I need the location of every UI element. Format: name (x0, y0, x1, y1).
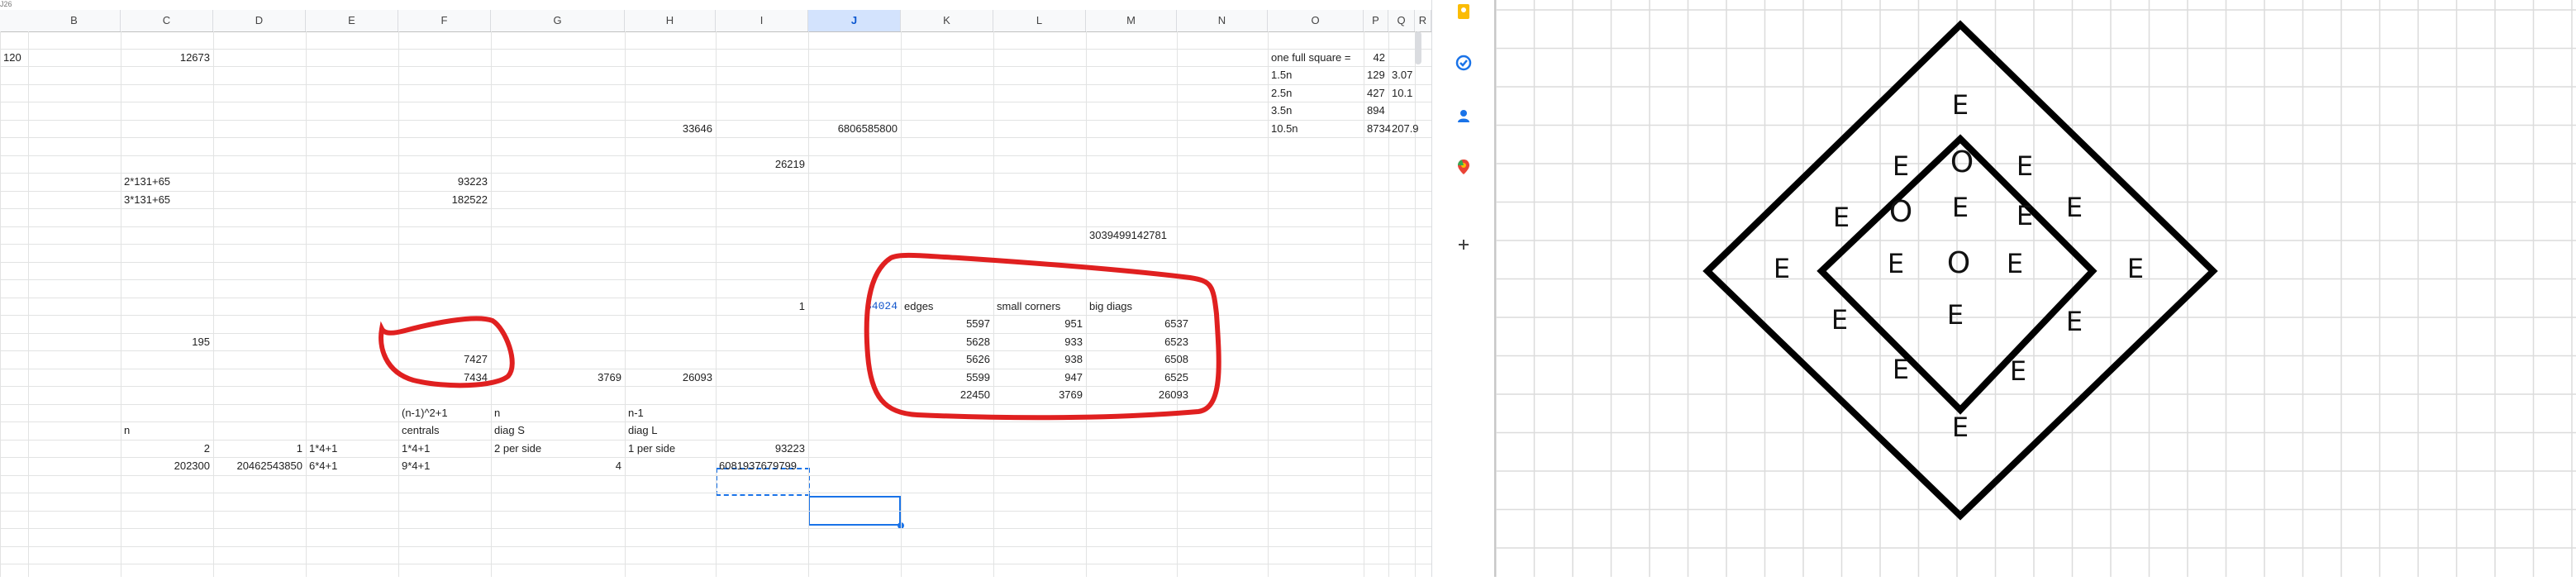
drawn-letter-e: E (1893, 150, 1909, 182)
drawn-letter-e: E (2007, 248, 2023, 279)
drawn-letter-o: O (1950, 145, 1974, 179)
drawing-svg: EE O EE O E EE E O E EE E EE EEE (1495, 0, 2576, 577)
spreadsheet[interactable]: J26 BCDEFGHIJKLMNOPQR 120 12673 one full s… (0, 0, 1431, 577)
drawn-letter-e: E (2017, 150, 2033, 182)
drawn-letter-e: E (1774, 253, 1790, 284)
drawn-letter-o: O (1947, 246, 1970, 280)
drawn-letter-e: E (2127, 253, 2144, 284)
drawn-letter-e: E (2010, 355, 2026, 387)
drawing-canvas[interactable]: EEOEEOEEEEOEEEEEEEEE (1495, 0, 2576, 577)
drawn-letter-e: E (1888, 248, 1904, 279)
contacts-icon[interactable] (1452, 104, 1475, 127)
annotation-layer (379, 252, 1221, 421)
drawn-letter-e: E (1833, 202, 1850, 233)
side-panel (1431, 0, 1495, 577)
drawn-letter-e: E (1952, 412, 1969, 443)
add-icon[interactable] (1452, 233, 1475, 256)
red-annotation-loop-right (864, 252, 1221, 421)
drawn-letter-e: E (2066, 192, 2083, 223)
drawn-letter-e: E (1831, 304, 1848, 336)
red-annotation-loop-left (379, 316, 515, 388)
drawn-letter-e: E (1952, 89, 1969, 121)
drawn-letter-e: E (2017, 200, 2033, 231)
drawn-letter-e: E (1947, 299, 1964, 331)
drawn-letter-o: O (1889, 195, 1912, 229)
drawn-letter-e: E (2066, 306, 2083, 337)
maps-icon[interactable] (1452, 155, 1475, 179)
tasks-icon[interactable] (1452, 51, 1475, 74)
drawn-letter-e: E (1893, 354, 1909, 385)
drawn-letter-e: E (1952, 192, 1969, 223)
keep-icon[interactable] (1452, 0, 1475, 23)
